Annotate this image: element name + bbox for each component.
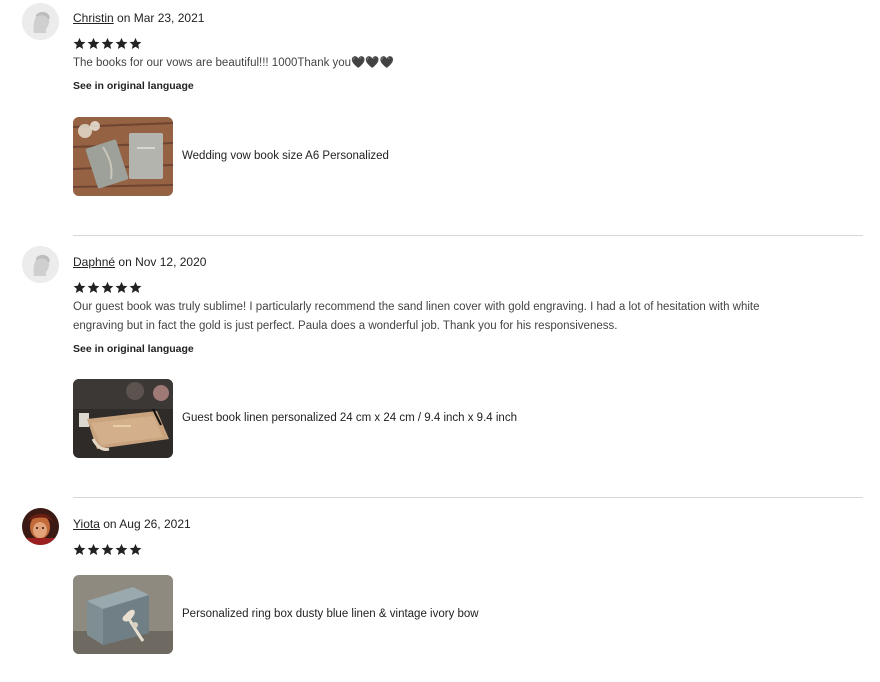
star-rating — [73, 281, 142, 297]
star-icon — [73, 281, 86, 294]
star-icon — [87, 543, 100, 556]
review-meta: Daphné on Nov 12, 2020 — [73, 255, 206, 269]
purchased-item-link[interactable]: Guest book linen personalized 24 cm x 24… — [73, 378, 517, 458]
review-text: Our guest book was truly sublime! I part… — [73, 301, 760, 332]
review-divider — [73, 497, 863, 498]
product-title[interactable]: Personalized ring box dusty blue linen &… — [182, 608, 479, 620]
review-date: on Mar 23, 2021 — [117, 11, 205, 25]
see-original-language-button[interactable]: See in original language — [73, 343, 194, 355]
review-meta: Yiota on Aug 26, 2021 — [73, 517, 191, 531]
product-thumbnail[interactable] — [73, 574, 173, 654]
star-icon — [115, 281, 128, 294]
product-thumbnail[interactable] — [73, 378, 173, 458]
review-meta: Christin on Mar 23, 2021 — [73, 11, 204, 25]
reviewer-name-link[interactable]: Daphné — [73, 255, 115, 269]
star-rating — [73, 37, 142, 53]
product-title[interactable]: Wedding vow book size A6 Personalized — [182, 150, 389, 162]
see-original-language-button[interactable]: See in original language — [73, 80, 194, 92]
star-icon — [101, 37, 114, 50]
star-icon — [73, 37, 86, 50]
avatar-placeholder[interactable] — [22, 3, 59, 40]
review-date: on Nov 12, 2020 — [118, 255, 207, 269]
star-icon — [101, 281, 114, 294]
purchased-item-link[interactable]: Wedding vow book size A6 Personalized — [73, 116, 389, 196]
star-icon — [87, 37, 100, 50]
star-icon — [115, 543, 128, 556]
star-rating — [73, 543, 142, 559]
review-date: on Aug 26, 2021 — [103, 517, 191, 531]
purchased-item-link[interactable]: Personalized ring box dusty blue linen &… — [73, 574, 479, 654]
star-icon — [129, 543, 142, 556]
star-icon — [73, 543, 86, 556]
product-title[interactable]: Guest book linen personalized 24 cm x 24… — [182, 412, 517, 424]
star-icon — [87, 281, 100, 294]
star-icon — [129, 281, 142, 294]
avatar-placeholder[interactable] — [22, 246, 59, 283]
review-divider — [73, 235, 863, 236]
review-text: The books for our vows are beautiful!!! … — [73, 57, 395, 69]
reviewer-name-link[interactable]: Yiota — [73, 517, 100, 531]
star-icon — [101, 543, 114, 556]
star-icon — [115, 37, 128, 50]
star-icon — [129, 37, 142, 50]
avatar[interactable] — [22, 508, 59, 545]
reviewer-name-link[interactable]: Christin — [73, 11, 114, 25]
product-thumbnail[interactable] — [73, 116, 173, 196]
